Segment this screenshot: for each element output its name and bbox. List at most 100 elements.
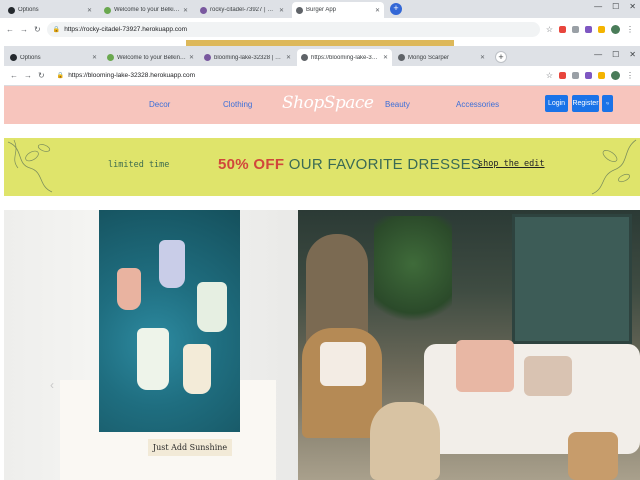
woven-basket bbox=[568, 432, 618, 480]
back-window-tabstrip: Options ✕ Welcome to your Belkin router … bbox=[0, 0, 640, 18]
new-tab-button[interactable]: + bbox=[495, 51, 507, 63]
register-button[interactable]: Register bbox=[572, 95, 599, 112]
tab-title: https://blooming-lake-32328.he bbox=[311, 54, 380, 61]
lock-icon: 🔒 bbox=[52, 26, 61, 33]
site-logo[interactable]: ShopSpace bbox=[282, 93, 374, 113]
nav-link-accessories[interactable]: Accessories bbox=[456, 100, 499, 109]
menu-kebab-icon[interactable]: ⋮ bbox=[626, 71, 634, 80]
front-window-tabstrip: Options ✕ Welcome to your Belkin router … bbox=[4, 46, 640, 66]
site-navbar: Decor Clothing ShopSpace Beauty Accessor… bbox=[4, 86, 640, 124]
cart-button[interactable] bbox=[602, 95, 613, 112]
hero-carousel: ‹ Just Add Sunshine bbox=[4, 210, 640, 480]
heroku-icon bbox=[204, 54, 211, 61]
tab-title: Burger App bbox=[306, 7, 337, 13]
avatar[interactable] bbox=[611, 24, 620, 34]
star-icon[interactable]: ☆ bbox=[546, 25, 553, 34]
extension-icon[interactable] bbox=[585, 25, 592, 33]
extension-icon[interactable] bbox=[598, 72, 605, 79]
star-icon[interactable]: ☆ bbox=[546, 71, 553, 80]
close-icon[interactable]: ✕ bbox=[480, 54, 485, 61]
minimize-icon[interactable]: — bbox=[594, 2, 602, 11]
maximize-icon[interactable]: ☐ bbox=[612, 50, 619, 59]
front-tab-blooming-lake[interactable]: https://blooming-lake-32328.he ✕ bbox=[297, 49, 392, 66]
drinks-photo bbox=[99, 210, 240, 432]
back-toolbar-extensions: ☆ ⋮ bbox=[546, 24, 634, 34]
back-address-bar[interactable]: 🔒 https://rocky-citadel-73927.herokuapp.… bbox=[46, 21, 540, 37]
reload-icon[interactable]: ↻ bbox=[38, 71, 45, 80]
close-window-icon[interactable]: ✕ bbox=[629, 2, 636, 11]
front-tab-heroku[interactable]: blooming-lake-32328 | Heroku ✕ bbox=[200, 49, 295, 66]
shop-the-edit-link[interactable]: shop the edit bbox=[478, 159, 545, 169]
extension-icon[interactable] bbox=[572, 25, 579, 33]
globe-icon bbox=[301, 54, 308, 61]
address-url: https://blooming-lake-32328.herokuapp.co… bbox=[68, 72, 196, 79]
github-icon bbox=[8, 6, 15, 14]
pink-pillow bbox=[456, 340, 514, 392]
page-content: Decor Clothing ShopSpace Beauty Accessor… bbox=[4, 86, 640, 480]
close-icon[interactable]: ✕ bbox=[189, 54, 194, 61]
carousel-prev-icon[interactable]: ‹ bbox=[50, 378, 54, 392]
window-frame bbox=[512, 214, 632, 344]
forward-arrow-icon[interactable]: → bbox=[24, 71, 32, 80]
avatar[interactable] bbox=[611, 71, 620, 80]
github-icon bbox=[10, 54, 17, 61]
palm-plant bbox=[374, 216, 452, 336]
promo-headline: 50% OFF OUR FAVORITE DRESSES bbox=[218, 156, 481, 173]
tab-title: Options bbox=[18, 7, 39, 13]
cup-image bbox=[197, 282, 227, 332]
promo-headline-text: OUR FAVORITE DRESSES bbox=[288, 156, 482, 173]
back-tab-heroku[interactable]: rocky-citadel-73927 | Heroku ✕ bbox=[196, 2, 288, 18]
extension-icon[interactable] bbox=[598, 25, 605, 33]
forward-arrow-icon[interactable]: → bbox=[20, 25, 28, 34]
new-tab-button[interactable]: + bbox=[390, 3, 402, 15]
close-icon[interactable]: ✕ bbox=[286, 54, 291, 61]
tab-title: Options bbox=[20, 54, 41, 61]
close-icon[interactable]: ✕ bbox=[383, 54, 388, 61]
hero-left-panel: ‹ Just Add Sunshine bbox=[4, 210, 300, 480]
extension-icon[interactable] bbox=[559, 25, 566, 33]
close-icon[interactable]: ✕ bbox=[375, 7, 380, 14]
minimize-icon[interactable]: — bbox=[594, 50, 602, 59]
front-toolbar-extensions: ☆ ⋮ bbox=[546, 71, 634, 80]
back-arrow-icon[interactable]: ← bbox=[10, 71, 18, 80]
window-controls: — ☐ ✕ bbox=[594, 50, 636, 59]
close-icon[interactable]: ✕ bbox=[87, 7, 92, 14]
nav-link-beauty[interactable]: Beauty bbox=[385, 100, 410, 109]
cup-image bbox=[159, 240, 185, 288]
front-tab-mongo-scarper[interactable]: Mongo Scarper ✕ bbox=[394, 49, 489, 66]
tab-title: rocky-citadel-73927 | Heroku bbox=[210, 7, 276, 13]
nav-link-decor[interactable]: Decor bbox=[149, 100, 170, 109]
cup-image bbox=[117, 268, 141, 310]
back-tab-burger-app[interactable]: Burger App ✕ bbox=[292, 2, 384, 18]
extension-icon[interactable] bbox=[572, 72, 579, 79]
close-icon[interactable]: ✕ bbox=[279, 7, 284, 14]
promo-discount: 50% OFF bbox=[218, 156, 285, 173]
side-table bbox=[370, 402, 440, 480]
login-button[interactable]: Login bbox=[545, 95, 568, 112]
menu-kebab-icon[interactable]: ⋮ bbox=[626, 25, 634, 34]
front-tab-options[interactable]: Options ✕ bbox=[6, 49, 101, 66]
close-window-icon[interactable]: ✕ bbox=[629, 50, 636, 59]
back-tab-belkin[interactable]: Welcome to your Belkin router d ✕ bbox=[100, 2, 192, 18]
promo-banner: limited time 50% OFF OUR FAVORITE DRESSE… bbox=[4, 138, 640, 196]
globe-icon bbox=[296, 6, 303, 14]
cup-image bbox=[183, 344, 211, 394]
hero-caption[interactable]: Just Add Sunshine bbox=[148, 439, 232, 456]
reload-icon[interactable]: ↻ bbox=[34, 25, 41, 34]
back-tab-options[interactable]: Options ✕ bbox=[4, 2, 96, 18]
maximize-icon[interactable]: ☐ bbox=[612, 2, 619, 11]
close-icon[interactable]: ✕ bbox=[183, 7, 188, 14]
back-arrow-icon[interactable]: ← bbox=[6, 25, 14, 34]
front-tab-belkin[interactable]: Welcome to your Belkin router d ✕ bbox=[103, 49, 198, 66]
globe-icon bbox=[398, 54, 405, 61]
back-window-toolbar: ← → ↻ 🔒 https://rocky-citadel-73927.hero… bbox=[0, 18, 640, 40]
nav-link-clothing[interactable]: Clothing bbox=[223, 100, 252, 109]
promo-limited-time: limited time bbox=[108, 160, 170, 170]
close-icon[interactable]: ✕ bbox=[92, 54, 97, 61]
extension-icon[interactable] bbox=[559, 72, 566, 79]
front-address-bar[interactable]: 🔒 https://blooming-lake-32328.herokuapp.… bbox=[50, 68, 540, 83]
floral-decoration-left bbox=[7, 139, 53, 193]
window-controls: — ☐ ✕ bbox=[594, 2, 636, 11]
extension-icon[interactable] bbox=[585, 72, 592, 79]
heroku-icon bbox=[200, 6, 207, 14]
